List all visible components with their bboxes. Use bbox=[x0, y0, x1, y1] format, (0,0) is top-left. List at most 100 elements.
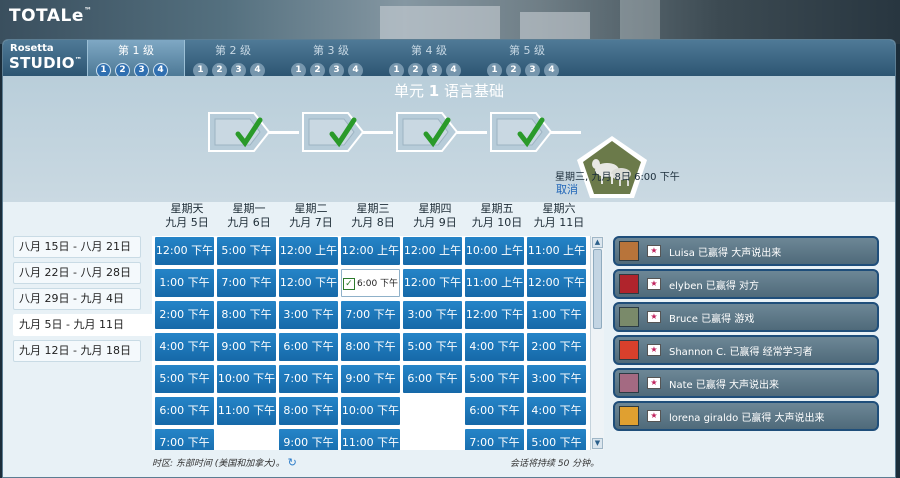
week-item[interactable]: 八月 15日 - 八月 21日 bbox=[13, 236, 141, 258]
time-slot[interactable]: 8:00 下午 bbox=[341, 333, 400, 361]
level-tab-1[interactable]: 第 1 级1234 bbox=[87, 40, 185, 78]
award-badge-icon: ★ bbox=[647, 245, 661, 257]
time-slot[interactable]: 3:00 下午 bbox=[403, 301, 462, 329]
time-slot[interactable]: 12:00 下午 bbox=[279, 269, 338, 297]
activity-feed-item[interactable]: ★ Nate 已赢得 大声说出来 bbox=[613, 368, 879, 398]
time-slot[interactable]: 11:00 下午 bbox=[217, 397, 276, 425]
unit-title: 单元 1 语言基础 bbox=[393, 82, 505, 100]
time-slot[interactable]: 5:00 下午 bbox=[527, 429, 586, 450]
scroll-down-icon[interactable]: ▼ bbox=[592, 438, 603, 449]
activity-feed-item[interactable]: ★ Luisa 已赢得 大声说出来 bbox=[613, 236, 879, 266]
level-tab-label: 第 1 级 bbox=[118, 44, 154, 57]
time-slot[interactable]: 11:00 下午 bbox=[341, 429, 400, 450]
activity-text: Luisa 已赢得 大声说出来 bbox=[669, 248, 782, 259]
time-slot[interactable]: 6:00 下午 bbox=[465, 397, 524, 425]
time-slot[interactable]: 12:00 下午 bbox=[465, 301, 524, 329]
time-slot[interactable]: 12:00 下午 bbox=[155, 237, 214, 265]
activity-feed-item[interactable]: ★ Bruce 已赢得 游戏 bbox=[613, 302, 879, 332]
level-tab-5[interactable]: 第 5 级1234 bbox=[479, 40, 575, 78]
time-slot[interactable]: 8:00 下午 bbox=[279, 397, 338, 425]
week-item[interactable]: 八月 29日 - 九月 4日 bbox=[13, 288, 141, 310]
time-slot[interactable]: 5:00 下午 bbox=[155, 365, 214, 393]
time-slot[interactable]: 10:00 上午 bbox=[465, 237, 524, 265]
grid-scrollbar[interactable]: ▲ ▼ bbox=[590, 236, 604, 450]
day-header: 星期一 九月 6日 bbox=[227, 202, 271, 229]
time-slot[interactable]: 9:00 下午 bbox=[217, 333, 276, 361]
activity-feed-item[interactable]: ★ elyben 已赢得 对方 bbox=[613, 269, 879, 299]
header-banner: TOTALe™ bbox=[0, 0, 900, 44]
time-slot[interactable]: 3:00 下午 bbox=[527, 365, 586, 393]
scroll-thumb[interactable] bbox=[593, 249, 602, 329]
time-slot[interactable]: 8:00 下午 bbox=[217, 301, 276, 329]
time-slot[interactable]: 12:00 上午 bbox=[279, 237, 338, 265]
time-slot[interactable]: 9:00 下午 bbox=[341, 365, 400, 393]
avatar bbox=[619, 307, 639, 327]
lesson-4-complete-icon[interactable] bbox=[490, 112, 552, 152]
time-slot[interactable]: 12:00 上午 bbox=[403, 237, 462, 265]
week-item[interactable]: 九月 12日 - 九月 18日 bbox=[13, 340, 141, 362]
lesson-3-complete-icon[interactable] bbox=[396, 112, 458, 152]
time-slot[interactable]: 5:00 下午 bbox=[465, 365, 524, 393]
time-slot[interactable]: 2:00 下午 bbox=[527, 333, 586, 361]
time-slot[interactable]: 12:00 下午 bbox=[403, 269, 462, 297]
activity-text: elyben 已赢得 对方 bbox=[669, 281, 760, 292]
activity-text: Bruce 已赢得 游戏 bbox=[669, 314, 755, 325]
activity-feed-item[interactable]: ★ Shannon C. 已赢得 经常学习者 bbox=[613, 335, 879, 365]
schedule-calendar: 星期天 九月 5日 星期一 九月 6日 星期二 九月 7日 星期三 九月 8日 星期四 九月 9日… bbox=[3, 202, 895, 477]
time-slot[interactable]: 7:00 下午 bbox=[155, 429, 214, 450]
time-slot-label: 6:00 下午 bbox=[356, 279, 399, 289]
time-slot[interactable]: 4:00 下午 bbox=[155, 333, 214, 361]
time-slot[interactable]: 5:00 下午 bbox=[403, 333, 462, 361]
time-slot[interactable]: 12:00 下午 bbox=[527, 269, 586, 297]
time-slot[interactable]: 7:00 下午 bbox=[279, 365, 338, 393]
time-slot[interactable]: 7:00 下午 bbox=[217, 269, 276, 297]
level-tab-label: 第 2 级 bbox=[215, 44, 251, 57]
time-slot[interactable]: 11:00 上午 bbox=[527, 237, 586, 265]
level-tab-label: 第 5 级 bbox=[509, 44, 545, 57]
time-slot[interactable]: 4:00 下午 bbox=[465, 333, 524, 361]
checkbox-checked-icon[interactable]: ✓ bbox=[342, 277, 355, 290]
level-tab-label: 第 3 级 bbox=[313, 44, 349, 57]
level-tab-4[interactable]: 第 4 级1234 bbox=[381, 40, 477, 78]
time-slot[interactable]: 6:00 下午 bbox=[155, 397, 214, 425]
time-slot[interactable]: 10:00 下午 bbox=[341, 397, 400, 425]
time-slot[interactable]: 12:00 上午 bbox=[341, 237, 400, 265]
time-slot[interactable]: 6:00 下午 bbox=[279, 333, 338, 361]
activity-feed-item[interactable]: ★ lorena giraldo 已赢得 大声说出来 bbox=[613, 401, 879, 431]
time-slot[interactable]: 9:00 下午 bbox=[279, 429, 338, 450]
cancel-link[interactable]: 取消 bbox=[556, 181, 578, 197]
refresh-icon[interactable]: ↻ bbox=[288, 456, 297, 469]
week-item[interactable]: 八月 22日 - 八月 28日 bbox=[13, 262, 141, 284]
lesson-1-complete-icon[interactable] bbox=[208, 112, 270, 152]
activity-text: Nate 已赢得 大声说出来 bbox=[669, 380, 780, 391]
week-item[interactable]: 九月 5日 - 九月 11日 bbox=[13, 314, 154, 336]
day-header: 星期四 九月 9日 bbox=[413, 202, 457, 229]
level-tab-2[interactable]: 第 2 级1234 bbox=[185, 40, 281, 78]
award-badge-icon: ★ bbox=[647, 278, 661, 290]
time-slot[interactable]: 7:00 下午 bbox=[465, 429, 524, 450]
timezone-note: 时区: 东部时间 (美国和加拿大)。 ↻ bbox=[152, 456, 297, 469]
award-badge-icon: ★ bbox=[647, 311, 661, 323]
time-slot[interactable]: 6:00 下午 bbox=[403, 365, 462, 393]
scroll-up-icon[interactable]: ▲ bbox=[592, 237, 603, 248]
avatar bbox=[619, 373, 639, 393]
selected-time-slot[interactable]: ✓ 6:00 下午 bbox=[341, 269, 400, 297]
time-slot[interactable]: 1:00 下午 bbox=[527, 301, 586, 329]
time-slot[interactable]: 11:00 上午 bbox=[465, 269, 524, 297]
avatar bbox=[619, 406, 639, 426]
studio-window: Rosetta STUDIO™ 第 1 级1234第 2 级1234第 3 级1… bbox=[2, 39, 896, 478]
level-tab-label: 第 4 级 bbox=[411, 44, 447, 57]
avatar bbox=[619, 340, 639, 360]
time-slot[interactable]: 4:00 下午 bbox=[527, 397, 586, 425]
time-slot[interactable]: 10:00 下午 bbox=[217, 365, 276, 393]
level-tab-3[interactable]: 第 3 级1234 bbox=[283, 40, 379, 78]
time-slot[interactable]: 2:00 下午 bbox=[155, 301, 214, 329]
lesson-2-complete-icon[interactable] bbox=[302, 112, 364, 152]
time-slot[interactable]: 7:00 下午 bbox=[341, 301, 400, 329]
day-header: 星期二 九月 7日 bbox=[289, 202, 333, 229]
day-header: 星期天 九月 5日 bbox=[165, 202, 209, 229]
time-slot[interactable]: 5:00 下午 bbox=[217, 237, 276, 265]
time-slot[interactable]: 3:00 下午 bbox=[279, 301, 338, 329]
award-badge-icon: ★ bbox=[647, 410, 661, 422]
time-slot[interactable]: 1:00 下午 bbox=[155, 269, 214, 297]
